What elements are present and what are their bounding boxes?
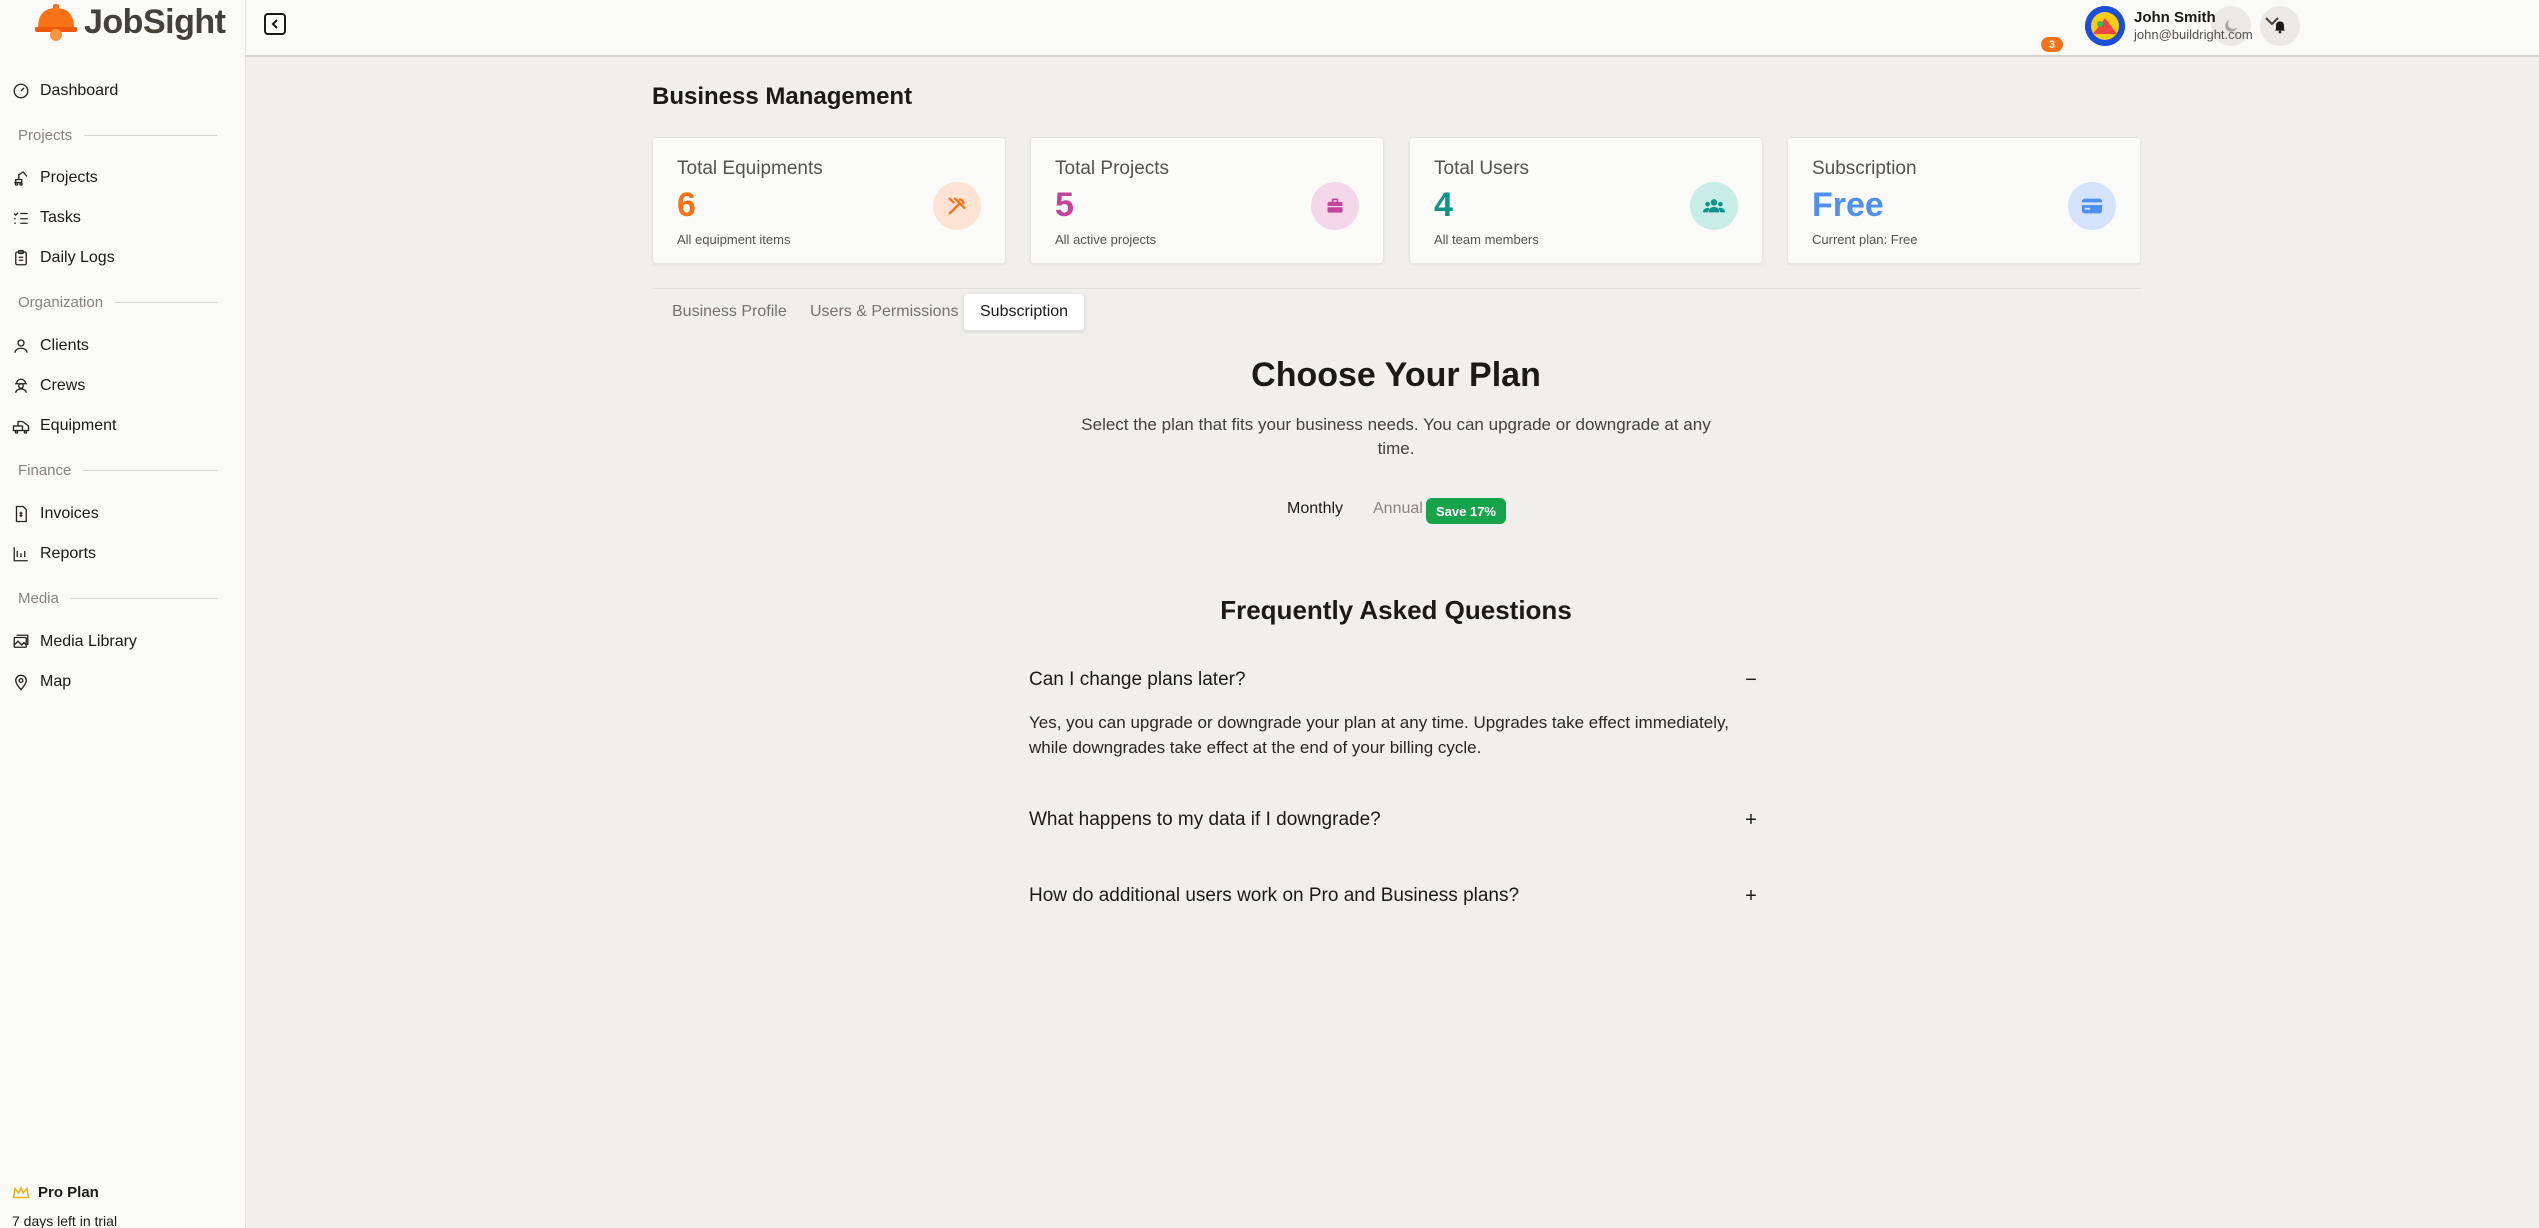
tab-business-profile[interactable]: Business Profile <box>656 293 803 331</box>
stat-sub: All equipment items <box>677 232 791 247</box>
sidebar-item-label: Daily Logs <box>40 249 115 266</box>
sidebar-item-label: Clients <box>40 337 89 354</box>
section-label: Organization <box>18 293 104 311</box>
stat-sub: All team members <box>1434 232 1539 247</box>
stat-card-subscription: Subscription Free Current plan: Free <box>1787 137 2141 264</box>
nav-section-finance: Finance <box>18 460 217 480</box>
stat-card-users: Total Users 4 All team members <box>1409 137 1763 264</box>
list-check-icon <box>13 212 28 224</box>
sidebar-item-dashboard[interactable]: Dashboard <box>12 76 118 106</box>
sidebar-item-label: Invoices <box>40 505 99 522</box>
save-badge: Save 17% <box>1426 498 1506 524</box>
hard-hat-logo-icon <box>35 4 77 41</box>
sidebar-item-daily-logs[interactable]: Daily Logs <box>12 243 115 273</box>
sidebar-item-reports[interactable]: Reports <box>12 539 96 569</box>
map-pin-icon <box>15 674 27 691</box>
chevron-down-icon[interactable] <box>2265 16 2279 26</box>
stat-value: 4 <box>1434 186 1453 224</box>
section-label: Finance <box>18 461 72 479</box>
billing-annual-option[interactable]: Annual <box>1373 500 1423 518</box>
stat-label: Total Users <box>1434 158 1530 179</box>
expand-icon: + <box>1745 808 1757 831</box>
faq-question[interactable]: Can I change plans later? − <box>1029 666 1761 694</box>
page-title: Business Management <box>652 83 913 110</box>
stat-value: 6 <box>677 186 696 224</box>
sidebar-item-label: Media Library <box>40 633 137 650</box>
stat-sub: All active projects <box>1055 232 1157 247</box>
machine-icon <box>12 420 30 434</box>
stat-label: Total Equipments <box>677 158 823 179</box>
plans-title: Choose Your Plan <box>1251 356 1541 394</box>
billing-monthly-option[interactable]: Monthly <box>1287 500 1343 518</box>
faq-title: Frequently Asked Questions <box>1220 595 1572 625</box>
tab-subscription[interactable]: Subscription <box>963 293 1086 331</box>
gauge-icon <box>13 83 29 99</box>
users-icon <box>1690 182 1738 230</box>
stat-card-projects: Total Projects 5 All active projects <box>1030 137 1384 264</box>
nav-section-projects: Projects <box>18 125 217 145</box>
faq-question[interactable]: What happens to my data if I downgrade? … <box>1029 806 1761 834</box>
images-icon <box>13 634 29 648</box>
collapse-sidebar-button[interactable] <box>264 13 286 35</box>
faq-answer: Yes, you can upgrade or downgrade your p… <box>1029 713 1729 757</box>
tabs-divider <box>652 288 2141 289</box>
notifications-button[interactable] <box>2260 6 2300 46</box>
faq-question-text: What happens to my data if I downgrade? <box>1029 809 1381 830</box>
chevron-left-icon <box>271 19 278 29</box>
section-label: Projects <box>18 126 73 144</box>
plans-subtitle: Select the plan that fits your business … <box>1081 415 1711 458</box>
faq-question-text: Can I change plans later? <box>1029 669 1246 690</box>
user-icon <box>14 339 28 353</box>
collapse-icon: − <box>1745 668 1757 691</box>
sidebar-item-media-library[interactable]: Media Library <box>12 627 137 657</box>
stat-label: Subscription <box>1812 158 1917 179</box>
crown-icon <box>12 1185 30 1198</box>
pro-plan-indicator: Pro Plan <box>12 1184 99 1201</box>
sidebar-item-label: Dashboard <box>40 82 119 99</box>
sidebar-item-map[interactable]: Map <box>12 667 71 697</box>
sidebar-item-label: Tasks <box>40 209 81 226</box>
stat-card-equipments: Total Equipments 6 All equipment items <box>652 137 1006 264</box>
tools-icon <box>933 182 981 230</box>
sidebar-item-label: Map <box>40 673 72 690</box>
excavator-icon <box>14 171 28 186</box>
avatar-image <box>2085 6 2125 46</box>
trial-remaining: 7 days left in trial <box>12 1213 118 1228</box>
brand-name: JobSight <box>84 2 226 41</box>
user-email: john@buildright.com <box>2134 27 2253 42</box>
stat-sub: Current plan: Free <box>1812 232 1918 247</box>
stat-value: Free <box>1812 186 1884 224</box>
tab-users-permissions[interactable]: Users & Permissions <box>794 293 974 331</box>
clipboard-icon <box>15 249 27 266</box>
receipt-icon <box>15 505 27 523</box>
faq-question[interactable]: How do additional users work on Pro and … <box>1029 882 1761 910</box>
stat-value: 5 <box>1055 186 1074 224</box>
sidebar-item-label: Projects <box>40 169 98 186</box>
faq-question-text: How do additional users work on Pro and … <box>1029 885 1520 906</box>
plan-label: Pro Plan <box>38 1184 99 1201</box>
bar-chart-icon <box>13 547 28 562</box>
sidebar-item-invoices[interactable]: Invoices <box>12 499 99 529</box>
briefcase-icon <box>1311 182 1359 230</box>
nav-section-organization: Organization <box>18 292 217 312</box>
sidebar-item-label: Reports <box>40 545 97 562</box>
avatar[interactable] <box>2085 6 2125 46</box>
credit-card-icon <box>2068 182 2116 230</box>
notification-count-badge: 3 <box>2041 37 2063 52</box>
sidebar-item-tasks[interactable]: Tasks <box>12 203 81 233</box>
sidebar-item-equipment[interactable]: Equipment <box>12 411 117 441</box>
user-name[interactable]: John Smith <box>2134 9 2216 26</box>
stat-label: Total Projects <box>1055 158 1170 179</box>
sidebar-item-label: Equipment <box>40 417 117 434</box>
expand-icon: + <box>1745 884 1757 907</box>
sidebar-item-projects[interactable]: Projects <box>12 163 98 193</box>
brand-logo[interactable]: JobSight <box>34 0 226 44</box>
